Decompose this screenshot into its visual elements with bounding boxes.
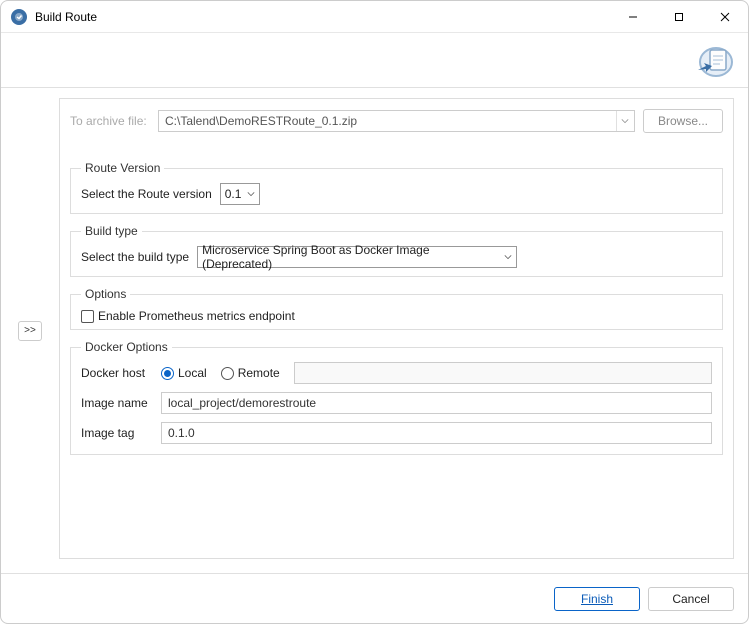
form-panel: To archive file: C:\Talend\DemoRESTRoute… [59, 98, 734, 559]
expand-toggle-button[interactable]: >> [18, 321, 42, 341]
route-version-value: 0.1 [225, 187, 242, 201]
docker-host-remote-label: Remote [238, 366, 280, 380]
build-type-legend: Build type [81, 224, 142, 238]
image-tag-label: Image tag [81, 426, 161, 440]
build-type-group: Build type Select the build type Microse… [70, 224, 723, 277]
finish-button[interactable]: Finish [554, 587, 640, 611]
route-version-select[interactable]: 0.1 [220, 183, 261, 205]
docker-host-label: Docker host [81, 366, 161, 380]
chevron-down-icon [504, 250, 512, 264]
image-tag-input[interactable] [161, 422, 712, 444]
dialog-banner [1, 33, 748, 88]
docker-options-group: Docker Options Docker host Local Remote … [70, 340, 723, 455]
docker-options-legend: Docker Options [81, 340, 172, 354]
route-version-label: Select the Route version [81, 187, 212, 201]
dialog-footer: Finish Cancel [1, 573, 748, 623]
options-group: Options Enable Prometheus metrics endpoi… [70, 287, 723, 330]
image-name-input[interactable] [161, 392, 712, 414]
route-version-group: Route Version Select the Route version 0… [70, 161, 723, 214]
browse-button[interactable]: Browse... [643, 109, 723, 133]
docker-host-local-radio[interactable] [161, 367, 174, 380]
build-type-label: Select the build type [81, 250, 189, 264]
build-type-select[interactable]: Microservice Spring Boot as Docker Image… [197, 246, 517, 268]
cancel-button[interactable]: Cancel [648, 587, 734, 611]
options-legend: Options [81, 287, 130, 301]
window-title: Build Route [35, 10, 97, 24]
maximize-button[interactable] [656, 1, 702, 33]
archive-label: To archive file: [70, 114, 150, 128]
docker-host-local-label: Local [178, 366, 207, 380]
image-name-label: Image name [81, 396, 161, 410]
close-button[interactable] [702, 1, 748, 33]
archive-path-combo[interactable]: C:\Talend\DemoRESTRoute_0.1.zip [158, 110, 635, 132]
build-type-value: Microservice Spring Boot as Docker Image… [202, 243, 498, 271]
docker-host-remote-input [294, 362, 712, 384]
docker-host-remote-radio[interactable] [221, 367, 234, 380]
window-titlebar: Build Route [1, 1, 748, 33]
app-icon [11, 9, 27, 25]
archive-path-value: C:\Talend\DemoRESTRoute_0.1.zip [159, 114, 616, 128]
chevron-down-icon [616, 111, 634, 131]
export-icon [692, 36, 740, 84]
minimize-button[interactable] [610, 1, 656, 33]
prometheus-label: Enable Prometheus metrics endpoint [98, 309, 295, 323]
route-version-legend: Route Version [81, 161, 164, 175]
prometheus-checkbox[interactable] [81, 310, 94, 323]
chevron-down-icon [247, 187, 255, 201]
